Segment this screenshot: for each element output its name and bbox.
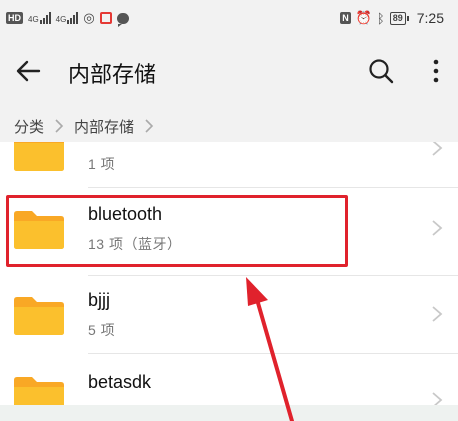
bottom-overlay [0,405,458,421]
file-name: bluetooth [88,204,163,224]
chevron-right-icon [55,119,64,133]
list-item-bjjj[interactable]: bjjj 5 项 [0,278,458,356]
page-title: 内部存储 [68,62,157,87]
divider [88,353,458,354]
chevron-right-icon [432,306,443,322]
arrow-left-icon[interactable] [14,56,44,86]
divider [88,187,458,188]
chevron-right-icon [432,142,443,156]
message-icon [116,12,129,27]
folder-icon [14,142,64,171]
signal-icon: 4G [28,12,51,24]
file-name: betasdk [88,372,152,392]
chevron-right-icon [432,220,443,236]
breadcrumb-item-internal-storage[interactable]: 内部存储 [74,116,134,137]
more-vertical-icon[interactable] [424,56,448,86]
folder-icon [14,297,64,335]
alarm-icon: ⏰ [355,10,372,25]
file-meta: 1 项 [88,156,116,172]
list-item-bluetooth[interactable]: bluetooth 13 项（蓝牙） [0,190,458,268]
bluetooth-icon: ᛒ [376,10,385,26]
divider [88,275,458,276]
notification-app-icon [99,12,112,24]
file-meta: 13 项（蓝牙） [88,236,182,252]
status-left: HD 4G 4G ◎ [6,10,129,27]
signal-icon-2: 4G [56,12,79,24]
file-list: 1 项 bluetooth 13 项（蓝牙） bjjj 5 项 betasdk [0,142,458,421]
chevron-right-icon [145,119,154,133]
status-right: N ⏰ ᛒ 89 7:25 [340,10,444,26]
battery-icon: 89 [389,11,409,25]
clock: 7:25 [416,10,444,26]
app-bar: 内部存储 [0,36,458,106]
hotspot-icon: ◎ [83,10,95,25]
breadcrumb: 分类 内部存储 [0,106,458,146]
file-name: bjjj [88,290,111,310]
search-icon[interactable] [366,56,396,86]
nfc-icon: N [340,12,351,24]
status-bar: HD 4G 4G ◎ N ⏰ ᛒ 89 7:25 [0,0,458,36]
folder-icon [14,211,64,249]
breadcrumb-item-category[interactable]: 分类 [14,116,44,137]
hd-badge: HD [6,12,23,24]
list-item[interactable]: 1 项 [0,142,458,190]
file-meta: 5 项 [88,322,116,338]
